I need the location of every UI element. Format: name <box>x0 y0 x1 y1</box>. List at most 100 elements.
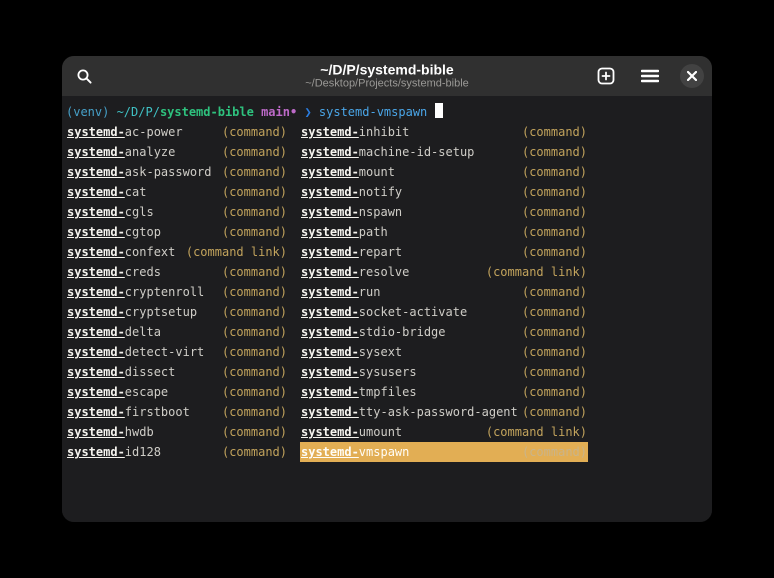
completion-item: systemd-inhibit(command) <box>300 122 588 142</box>
completion-name: notify <box>359 185 402 199</box>
completion-prefix: systemd- <box>301 225 359 239</box>
completion-name: delta <box>125 325 161 339</box>
typed-command: systemd-vmspawn <box>319 105 427 119</box>
completion-prefix: systemd- <box>301 245 359 259</box>
completion-tag: (command link) <box>486 422 587 442</box>
main-menu-button[interactable] <box>636 62 664 90</box>
completion-prefix: systemd- <box>67 425 125 439</box>
window-subtitle: ~/Desktop/Projects/systemd-bible <box>305 78 469 91</box>
completion-item: systemd-tmpfiles(command) <box>300 382 588 402</box>
completion-tag: (command) <box>522 122 587 142</box>
terminal-window: ~/D/P/systemd-bible ~/Desktop/Projects/s… <box>62 56 712 522</box>
completion-item: systemd-mount(command) <box>300 162 588 182</box>
new-tab-button[interactable] <box>592 62 620 90</box>
completion-prefix: systemd- <box>67 185 125 199</box>
completion-column-left: systemd-ac-power(command)systemd-analyze… <box>66 122 288 462</box>
completion-prefix: systemd- <box>301 305 359 319</box>
completion-prefix: systemd- <box>67 305 125 319</box>
close-icon <box>687 71 697 81</box>
completion-tag: (command) <box>222 262 287 282</box>
completion-prefix: systemd- <box>67 265 125 279</box>
completion-tag: (command) <box>522 182 587 202</box>
completion-item: systemd-cgtop(command) <box>66 222 288 242</box>
completion-prefix: systemd- <box>67 325 125 339</box>
completion-item: systemd-sysusers (command) <box>300 362 588 382</box>
completion-tag: (command) <box>222 322 287 342</box>
completion-item: systemd-confext(command link) <box>66 242 288 262</box>
completion-tag: (command) <box>222 202 287 222</box>
search-icon <box>76 68 93 85</box>
completion-tag: (command) <box>522 162 587 182</box>
completion-prefix: systemd- <box>67 245 125 259</box>
completion-tag: (command) <box>522 382 587 402</box>
completion-name: machine-id-setup <box>359 145 475 159</box>
completion-item: systemd-hwdb(command) <box>66 422 288 442</box>
completion-prefix: systemd- <box>67 165 125 179</box>
prompt-line: (venv) ~/D/P/systemd-bible main• ❯ syste… <box>66 102 708 122</box>
completion-item: systemd-cryptenroll(command) <box>66 282 288 302</box>
completion-tag: (command) <box>222 302 287 322</box>
completion-prefix: systemd- <box>301 345 359 359</box>
completion-prefix: systemd- <box>301 145 359 159</box>
completion-tag: (command) <box>222 282 287 302</box>
completion-name: cat <box>125 185 147 199</box>
completion-tag: (command) <box>222 362 287 382</box>
completion-tag: (command) <box>522 302 587 322</box>
completion-prefix: systemd- <box>67 125 125 139</box>
completion-name: umount <box>359 425 402 439</box>
terminal-content[interactable]: (venv) ~/D/P/systemd-bible main• ❯ syste… <box>62 96 712 522</box>
completion-name: stdio-bridge <box>359 325 446 339</box>
completion-name: socket-activate <box>359 305 467 319</box>
completion-tag: (command) <box>222 162 287 182</box>
completion-name: sysusers <box>359 365 417 379</box>
prompt-current-dir: systemd-bible <box>160 105 254 119</box>
completion-tag: (command) <box>522 362 587 382</box>
completion-item: systemd-resolve(command link) <box>300 262 588 282</box>
completion-name: cryptsetup <box>125 305 197 319</box>
completion-prefix: systemd- <box>67 285 125 299</box>
completion-prefix: systemd- <box>301 445 359 459</box>
new-tab-icon <box>597 67 615 85</box>
completion-tag: (command) <box>522 442 587 462</box>
completion-item: systemd-run(command) <box>300 282 588 302</box>
completion-name: creds <box>125 265 161 279</box>
completion-prefix: systemd- <box>301 185 359 199</box>
completion-prefix: systemd- <box>301 205 359 219</box>
completion-prefix: systemd- <box>301 165 359 179</box>
completion-item: systemd-escape(command) <box>66 382 288 402</box>
completion-name: firstboot <box>125 405 190 419</box>
search-button[interactable] <box>70 62 98 90</box>
completion-tag: (command) <box>222 122 287 142</box>
completion-item: systemd-notify (command) <box>300 182 588 202</box>
completion-name: escape <box>125 385 168 399</box>
completion-name: tmpfiles <box>359 385 417 399</box>
completion-tag: (command) <box>522 282 587 302</box>
header-bar: ~/D/P/systemd-bible ~/Desktop/Projects/s… <box>62 56 712 96</box>
completion-tag: (command) <box>522 322 587 342</box>
completion-name: analyze <box>125 145 176 159</box>
prompt-path-prefix: ~/D/P/ <box>117 105 160 119</box>
completion-tag: (command) <box>222 222 287 242</box>
completion-item: systemd-path(command) <box>300 222 588 242</box>
completion-name: ask-password <box>125 165 212 179</box>
prompt-symbol: ❯ <box>297 105 319 119</box>
completion-prefix: systemd- <box>301 265 359 279</box>
completion-tag: (command) <box>222 382 287 402</box>
completion-prefix: systemd- <box>301 365 359 379</box>
completion-prefix: systemd- <box>301 285 359 299</box>
completion-tag: (command) <box>222 442 287 462</box>
completion-item: systemd-cryptsetup (command) <box>66 302 288 322</box>
completion-name: repart <box>359 245 402 259</box>
completion-prefix: systemd- <box>301 405 359 419</box>
completion-prefix: systemd- <box>67 365 125 379</box>
completion-name: tty-ask-password-agent <box>359 405 518 419</box>
git-branch: main• <box>254 105 297 119</box>
completion-name: cgtop <box>125 225 161 239</box>
completion-column-right: systemd-inhibit(command) systemd-machine-… <box>300 122 588 462</box>
window-titles: ~/D/P/systemd-bible ~/Desktop/Projects/s… <box>305 62 469 91</box>
completion-item: systemd-ac-power(command) <box>66 122 288 142</box>
completion-name: cgls <box>125 205 154 219</box>
completion-name: sysext <box>359 345 402 359</box>
completion-tag: (command) <box>522 242 587 262</box>
close-window-button[interactable] <box>680 64 704 88</box>
